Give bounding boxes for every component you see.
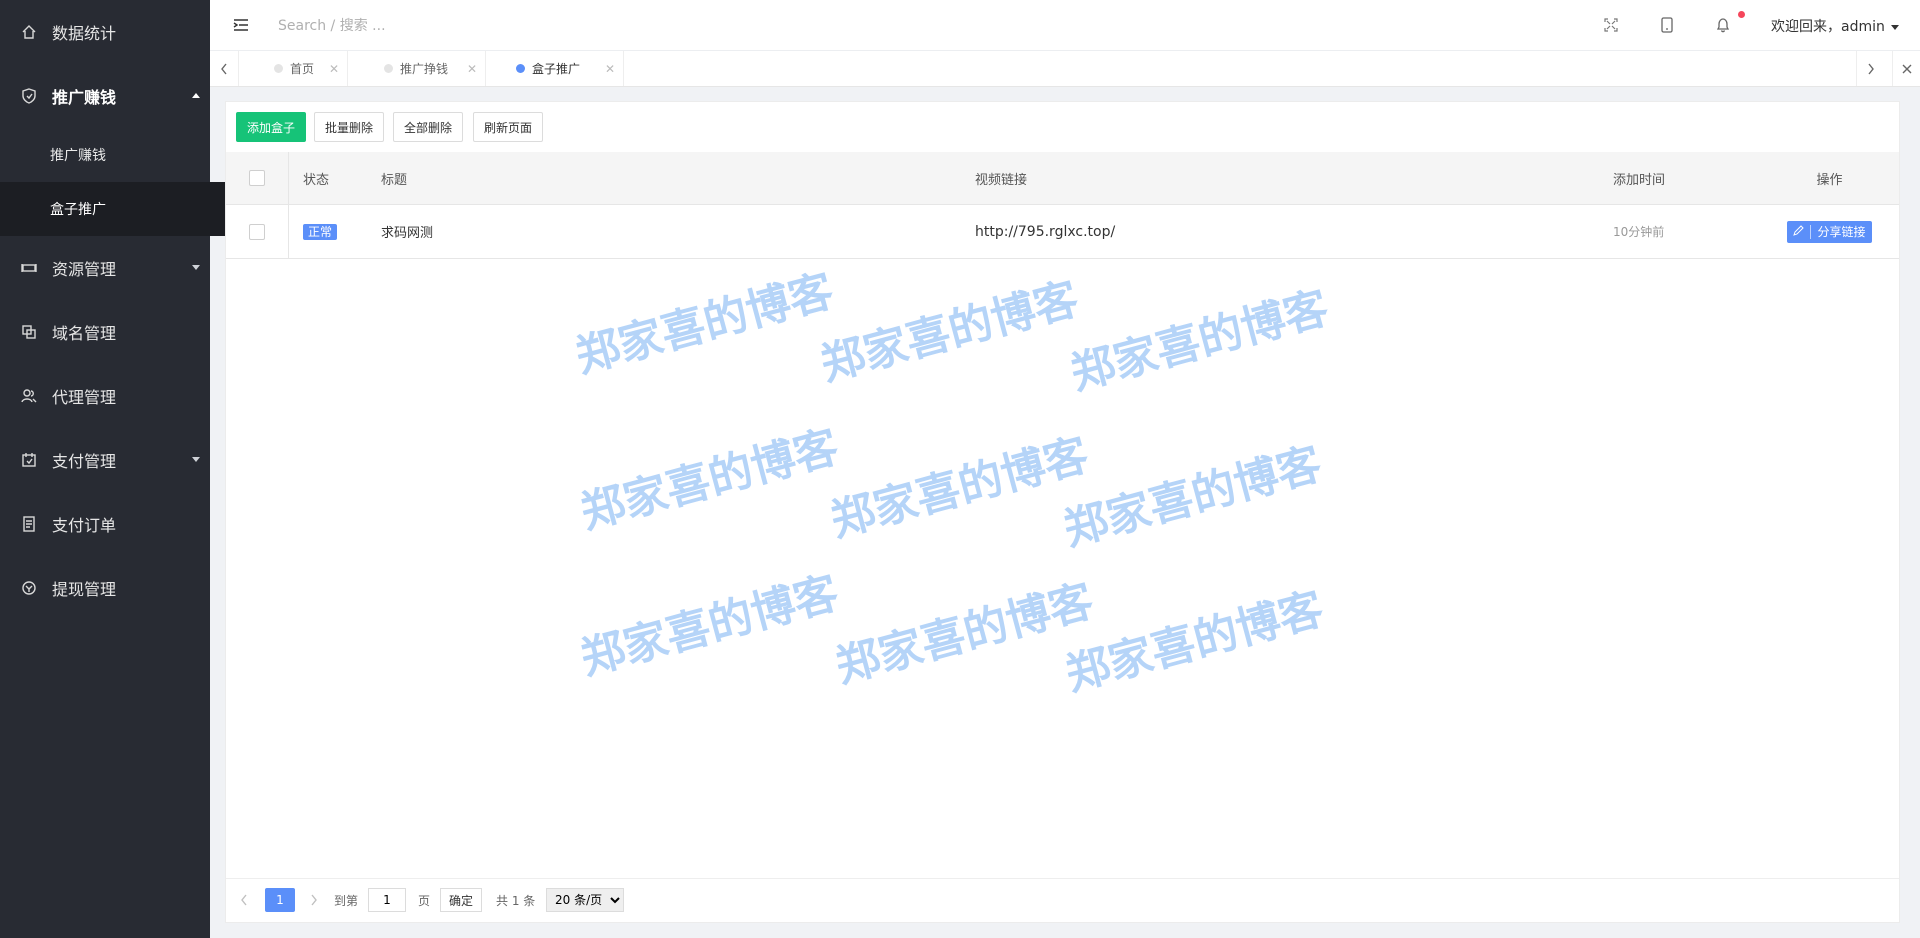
submenu-item-promote-earn[interactable]: 推广赚钱 [0,128,260,182]
pagination: 1 到第 页 确定 共 1 条 20 条/页 [226,878,1899,922]
delete-all-button[interactable]: 全部删除 [393,112,464,142]
tab-dot [274,64,283,73]
tab-scroll-left-icon[interactable] [210,51,239,86]
menu-item-payment[interactable]: 支付管理 [0,428,210,492]
tab-label: 首页 [290,62,315,76]
calendar-icon [20,451,38,469]
col-added-time: 添加时间 [1612,152,1760,205]
row-checkbox[interactable] [249,223,265,240]
batch-delete-button[interactable]: 批量删除 [314,112,385,142]
tab-dot [384,64,393,73]
fullscreen-icon[interactable] [1600,14,1622,36]
tab-box-promote[interactable]: 盒子推广 ✕ [486,51,624,86]
shield-icon [20,87,38,105]
tab-promote[interactable]: 推广挣钱 ✕ [348,51,486,86]
col-actions: 操作 [1760,152,1899,205]
watermark: 郑家喜的博客 [575,421,844,539]
menu-label: 资源管理 [52,260,117,279]
col-title: 标题 [380,152,974,205]
menu-item-promote[interactable]: 推广赚钱 [0,64,210,128]
menu-toggle-icon[interactable] [230,14,252,36]
user-menu[interactable]: 欢迎回来，admin [1771,16,1899,36]
tab-label: 推广挣钱 [400,62,449,76]
watermark: 郑家喜的博客 [570,265,839,383]
resource-icon [20,259,38,277]
col-status: 状态 [288,152,380,205]
close-all-tabs-icon[interactable] [1892,51,1920,86]
refresh-button[interactable]: 刷新页面 [473,112,544,142]
menu-label: 支付管理 [52,452,117,471]
page-number-input[interactable] [368,888,406,912]
watermark: 郑家喜的博客 [830,575,1099,693]
submenu-label: 盒子推广 [50,202,106,218]
edit-icon [1793,224,1812,239]
submenu-item-box-promote[interactable]: 盒子推广 [0,182,260,236]
users-icon [20,387,38,405]
page-size-select[interactable]: 20 条/页 [546,888,624,912]
tab-dot [516,64,525,73]
chevron-up-icon [192,93,200,98]
content-card: 添加盒子 批量删除 全部删除 刷新页面 状态 标题 视频链接 添加时间 操作 正… [225,101,1900,923]
notification-dot [1738,11,1745,18]
submenu-label: 推广赚钱 [50,148,106,164]
tab-bar: 首页 ✕ 推广挣钱 ✕ 盒子推广 ✕ [210,51,1920,87]
close-icon[interactable]: ✕ [605,62,615,76]
caret-down-icon [1890,24,1899,30]
watermark: 郑家喜的博客 [1065,282,1334,400]
tab-home[interactable]: 首页 ✕ [238,51,348,86]
menu-item-withdraw[interactable]: 提现管理 [0,556,210,620]
cell-added-time: 10分钟前 [1612,204,1760,259]
menu-label: 推广赚钱 [52,88,117,107]
goto-label: 到第 [334,893,359,908]
menu-label: 提现管理 [52,580,117,599]
table-header-row: 状态 标题 视频链接 添加时间 操作 [226,152,1899,205]
cell-title: 求码网测 [380,204,974,259]
tab-scroll-right-icon[interactable] [1856,51,1885,86]
menu-label: 支付订单 [52,516,117,535]
add-box-button[interactable]: 添加盒子 [236,112,307,142]
menu-item-dashboard[interactable]: 数据统计 [0,0,210,64]
close-icon[interactable]: ✕ [467,62,477,76]
share-link-button[interactable]: 分享链接 [1787,220,1872,243]
watermark: 郑家喜的博客 [1058,438,1327,556]
menu-label: 域名管理 [52,324,117,343]
watermark: 郑家喜的博客 [825,429,1094,547]
prev-page-icon[interactable] [240,888,248,912]
close-icon[interactable]: ✕ [329,62,339,76]
menu-label: 数据统计 [52,24,117,43]
next-page-icon[interactable] [310,888,318,912]
share-link-label: 分享链接 [1817,225,1866,239]
home-icon [20,23,38,41]
watermark: 郑家喜的博客 [575,567,844,685]
search-input[interactable] [276,13,520,39]
chevron-down-icon [192,265,200,270]
col-video-link: 视频链接 [974,152,1612,205]
confirm-page-button[interactable]: 确定 [440,888,483,912]
page-unit-label: 页 [418,893,431,908]
watermark: 郑家喜的博客 [1060,583,1329,701]
user-label: 欢迎回来，admin [1771,19,1885,35]
status-badge: 正常 [303,224,338,240]
data-table: 状态 标题 视频链接 添加时间 操作 正常 求码网测 http://795.rg… [226,152,1899,259]
chevron-down-icon [192,457,200,462]
bell-icon[interactable] [1712,14,1734,36]
cell-video-link: http://795.rglxc.top/ [974,204,1612,259]
menu-item-agent[interactable]: 代理管理 [0,364,210,428]
domain-icon [20,323,38,341]
sidebar: 数据统计 推广赚钱 推广赚钱 盒子推广 资源管理 域名管理 代理管理 支付管理 … [0,0,260,938]
table-row: 正常 求码网测 http://795.rglxc.top/ 10分钟前 分享链接 [226,204,1899,259]
menu-item-domain[interactable]: 域名管理 [0,300,210,364]
top-header: 欢迎回来，admin [210,0,1920,51]
menu-item-pay-orders[interactable]: 支付订单 [0,492,210,556]
withdraw-icon [20,579,38,597]
menu-label: 代理管理 [52,388,117,407]
mobile-icon[interactable] [1656,14,1678,36]
receipt-icon [20,515,38,533]
tab-label: 盒子推广 [532,62,581,76]
select-all-checkbox[interactable] [249,170,265,186]
current-page[interactable]: 1 [265,888,295,912]
watermark: 郑家喜的博客 [815,273,1084,391]
total-count: 共 1 条 [496,893,536,908]
menu-item-resource[interactable]: 资源管理 [0,236,210,300]
